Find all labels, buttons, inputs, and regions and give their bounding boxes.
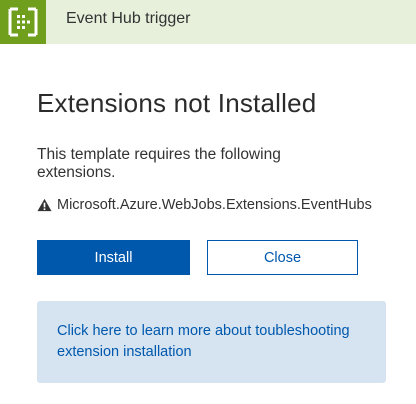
troubleshooting-link[interactable]: Click here to learn more about toublesho…: [57, 323, 350, 360]
dialog-title: Extensions not Installed: [37, 88, 317, 118]
close-button[interactable]: Close: [207, 240, 358, 275]
header-title: Event Hub trigger: [66, 10, 191, 27]
extension-name: Microsoft.Azure.WebJobs.Extensions.Event…: [57, 197, 372, 213]
install-button[interactable]: Install: [37, 240, 190, 275]
event-hub-icon: [0, 0, 46, 44]
missing-extension-item: Microsoft.Azure.WebJobs.Extensions.Event…: [37, 196, 372, 214]
header-bar: Event Hub trigger: [0, 0, 416, 44]
info-panel: Click here to learn more about toublesho…: [37, 301, 386, 383]
dialog-description: This template requires the following ext…: [37, 146, 281, 181]
warning-icon: [37, 198, 52, 212]
